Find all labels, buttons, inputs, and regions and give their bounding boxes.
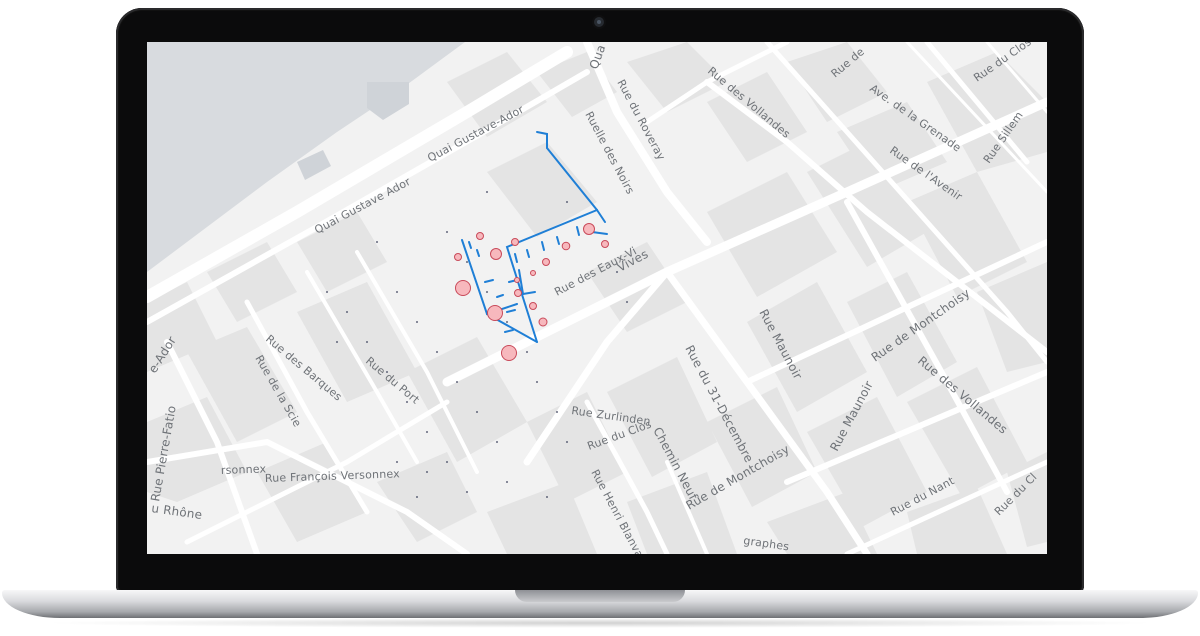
laptop-mockup: Quai Gustave Ador Quai Gustave-Ador e-Ad… (0, 0, 1200, 636)
event-marker[interactable] (490, 248, 502, 260)
event-marker[interactable] (514, 289, 522, 297)
event-marker[interactable] (583, 223, 595, 235)
event-marker[interactable] (487, 305, 503, 321)
street-label: rsonnex (221, 462, 267, 477)
event-marker[interactable] (511, 238, 519, 246)
event-marker[interactable] (455, 280, 471, 296)
webcam-icon (594, 17, 604, 27)
event-marker[interactable] (514, 277, 520, 283)
event-marker[interactable] (542, 258, 550, 266)
map-canvas[interactable]: Quai Gustave Ador Quai Gustave-Ador e-Ad… (147, 42, 1047, 554)
event-marker[interactable] (538, 317, 548, 327)
event-marker[interactable] (476, 232, 484, 240)
laptop-shadow (40, 618, 1160, 628)
event-marker[interactable] (501, 345, 517, 361)
event-marker[interactable] (530, 270, 536, 276)
event-marker[interactable] (529, 302, 537, 310)
event-marker[interactable] (601, 240, 609, 248)
laptop-notch (515, 590, 685, 602)
event-marker[interactable] (561, 241, 571, 251)
map-view[interactable]: Quai Gustave Ador Quai Gustave-Ador e-Ad… (147, 42, 1047, 554)
event-marker[interactable] (454, 253, 462, 261)
